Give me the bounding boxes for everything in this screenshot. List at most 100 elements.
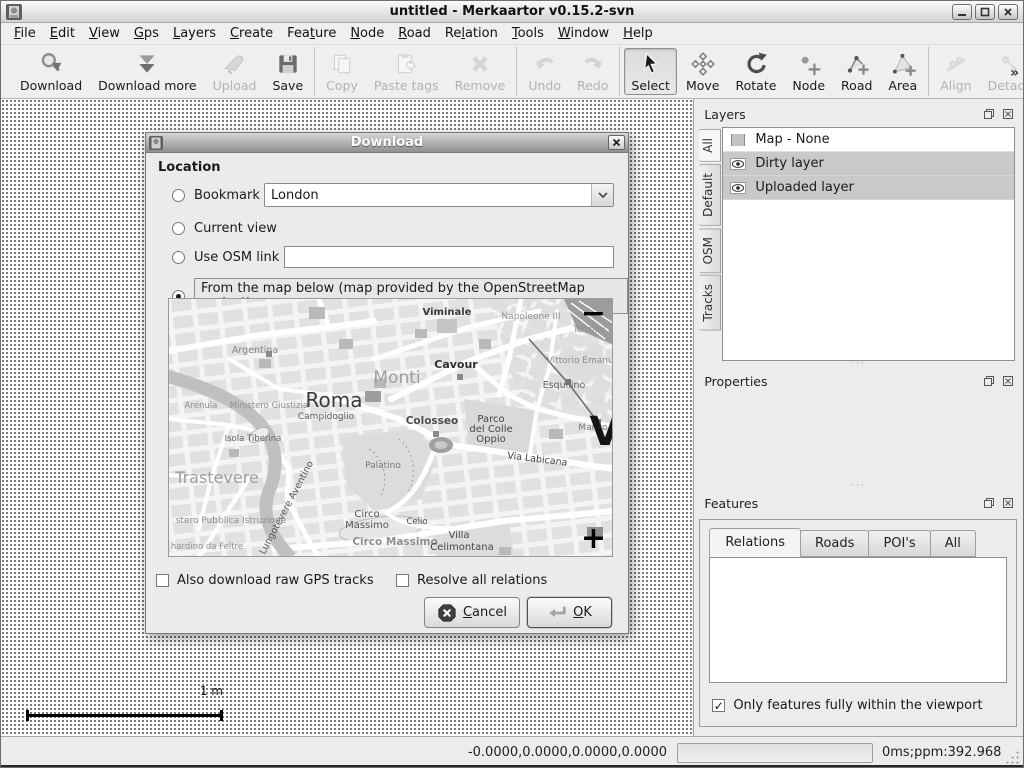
toolbar-button-undo[interactable]: Undo xyxy=(521,48,568,95)
toolbar-button-redo[interactable]: Redo xyxy=(570,48,615,95)
splitter-handle[interactable]: ⋅⋅⋅ xyxy=(694,361,1023,369)
download-more-icon xyxy=(134,51,160,77)
scale-label: 1 m xyxy=(200,684,223,698)
menu-relation[interactable]: Relation xyxy=(438,24,505,43)
toolbar: Download Download more Upload Save CopyPaste… xyxy=(1,45,1023,99)
menu-view[interactable]: View xyxy=(82,24,127,43)
map-label: Roma xyxy=(306,388,363,412)
menu-road[interactable]: Road xyxy=(391,24,438,43)
node-icon xyxy=(796,51,822,77)
road-icon xyxy=(844,51,870,77)
toolbar-button-upload[interactable]: Upload xyxy=(206,48,264,95)
toolbar-button-select[interactable]: Select xyxy=(624,48,677,95)
toolbar-button-label: Save xyxy=(272,78,303,93)
ok-button[interactable]: OK xyxy=(527,597,612,628)
toolbar-button-download[interactable]: Download xyxy=(13,48,89,95)
toolbar-button-remove[interactable]: Remove xyxy=(448,48,513,95)
undo-icon xyxy=(532,51,558,77)
toolbar-button-align[interactable]: Align xyxy=(933,48,978,95)
features-close-icon[interactable] xyxy=(1000,497,1015,510)
menu-help[interactable]: Help xyxy=(616,24,660,43)
layers-float-icon[interactable] xyxy=(981,108,996,121)
toolbar-button-save[interactable]: Save xyxy=(265,48,310,95)
layers-tab-all[interactable]: All xyxy=(699,129,721,162)
application-window: untitled - Merkaartor v0.15.2-svn FileEd… xyxy=(0,0,1024,768)
current-view-label: Current view xyxy=(194,221,277,236)
layers-tab-osm[interactable]: OSM xyxy=(699,228,721,273)
toolbar-button-download-more[interactable]: Download more xyxy=(91,48,204,95)
download-icon xyxy=(38,51,64,77)
visibility-eye-icon[interactable] xyxy=(730,157,746,170)
map-label: Cavour xyxy=(434,358,478,371)
toolbar-button-label: Redo xyxy=(577,78,608,93)
menu-tools[interactable]: Tools xyxy=(505,24,551,43)
layer-checkbox[interactable] xyxy=(730,133,746,146)
toolbar-button-move[interactable]: Move xyxy=(679,48,727,95)
bookmark-radio[interactable] xyxy=(172,189,185,202)
layer-row-map-none[interactable]: Map - None xyxy=(723,128,1014,152)
minimize-button[interactable] xyxy=(952,4,972,20)
menu-edit[interactable]: Edit xyxy=(43,24,82,43)
viewport-filter-checkbox[interactable] xyxy=(712,699,725,712)
layers-close-icon[interactable] xyxy=(1000,108,1015,121)
properties-float-icon[interactable] xyxy=(981,375,996,388)
features-tab-relations[interactable]: Relations xyxy=(709,528,801,557)
cancel-button[interactable]: Cancel xyxy=(424,597,520,628)
maximize-button[interactable] xyxy=(975,4,995,20)
properties-panel-header: Properties xyxy=(704,373,1015,389)
ok-return-icon xyxy=(547,603,567,623)
close-button[interactable] xyxy=(998,4,1018,20)
toolbar-button-road[interactable]: Road xyxy=(834,48,879,95)
layers-tab-tracks[interactable]: Tracks xyxy=(699,275,721,331)
osm-link-radio[interactable] xyxy=(172,251,185,264)
toolbar-overflow-chevron[interactable]: » xyxy=(1010,65,1019,81)
map-zoom-in-button[interactable]: + xyxy=(581,524,606,554)
menu-feature[interactable]: Feature xyxy=(280,24,343,43)
bookmark-combobox[interactable]: London xyxy=(264,183,614,207)
features-list[interactable] xyxy=(709,557,1007,683)
layer-row-label: Uploaded layer xyxy=(755,180,854,195)
chevron-down-icon[interactable] xyxy=(591,184,613,206)
splitter-handle[interactable]: ⋅⋅⋅ xyxy=(694,483,1023,491)
visibility-eye-icon[interactable] xyxy=(730,181,746,194)
resolve-relations-option: Resolve all relations xyxy=(396,573,547,588)
toolbar-button-label: Download more xyxy=(98,78,197,93)
features-tab-poi-s[interactable]: POI's xyxy=(868,530,930,557)
resolve-relations-checkbox[interactable] xyxy=(396,574,409,587)
map-canvas[interactable]: 1 m Download Location Bookmark xyxy=(1,99,694,736)
menu-file[interactable]: File xyxy=(7,24,43,43)
dialog-map[interactable]: ViminaleNapoleone IIITermini - LaArgenti… xyxy=(168,298,613,557)
toolbar-button-node[interactable]: Node xyxy=(785,48,832,95)
osm-link-input[interactable] xyxy=(284,246,614,268)
features-tab-all[interactable]: All xyxy=(930,530,976,557)
toolbar-button-paste-tags[interactable]: Paste tags xyxy=(367,48,446,95)
toolbar-button-label: Align xyxy=(940,78,971,93)
menu-node[interactable]: Node xyxy=(343,24,391,43)
menu-window[interactable]: Window xyxy=(551,24,616,43)
menu-layers[interactable]: Layers xyxy=(166,24,223,43)
features-float-icon[interactable] xyxy=(981,497,996,510)
layers-tab-default[interactable]: Default xyxy=(699,164,721,226)
menubar: FileEditViewGpsLayersCreateFeatureNodeRo… xyxy=(1,23,1023,45)
layer-row-dirty-layer[interactable]: Dirty layer xyxy=(723,152,1014,176)
features-tab-roads[interactable]: Roads xyxy=(800,530,869,557)
gps-tracks-checkbox[interactable] xyxy=(156,574,169,587)
toolbar-button-label: Node xyxy=(792,78,825,93)
map-label: Isola Tiberina xyxy=(225,434,282,444)
upload-icon xyxy=(222,51,248,77)
dialog-titlebar[interactable]: Download xyxy=(146,133,628,153)
properties-close-icon[interactable] xyxy=(1000,375,1015,388)
menu-create[interactable]: Create xyxy=(223,24,280,43)
map-label: Ministero Giustizia xyxy=(230,401,308,411)
toolbar-button-copy[interactable]: Copy xyxy=(319,48,365,95)
toolbar-button-area[interactable]: Area xyxy=(881,48,924,95)
toolbar-button-rotate[interactable]: Rotate xyxy=(728,48,783,95)
menu-gps[interactable]: Gps xyxy=(127,24,166,43)
map-label: Villa xyxy=(448,530,469,541)
resize-grip-icon[interactable] xyxy=(1005,750,1019,764)
current-view-radio[interactable] xyxy=(172,222,185,235)
dialog-title: Download xyxy=(146,135,628,150)
map-zoom-out-button[interactable]: − xyxy=(581,299,606,329)
layer-row-uploaded-layer[interactable]: Uploaded layer xyxy=(723,176,1014,200)
dialog-close-icon[interactable] xyxy=(608,135,625,150)
